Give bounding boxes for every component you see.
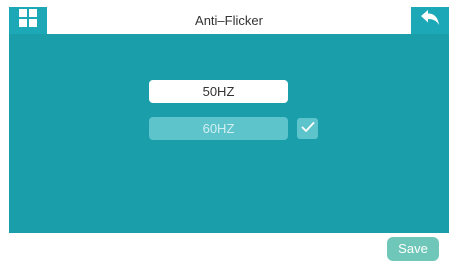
page-title: Anti–Flicker	[195, 13, 263, 28]
grid-menu-icon	[19, 9, 37, 32]
checkmark-icon	[301, 120, 315, 138]
option-60hz[interactable]: 60HZ	[149, 117, 288, 140]
back-button[interactable]	[411, 7, 449, 34]
checkbox-60hz[interactable]	[297, 118, 318, 139]
footer-bar: Save	[9, 233, 449, 262]
option-panel: 50HZ 60HZ	[9, 34, 449, 233]
menu-button[interactable]	[9, 7, 47, 34]
save-button[interactable]: Save	[387, 237, 439, 261]
back-arrow-icon	[420, 9, 440, 32]
top-bar: Anti–Flicker	[9, 7, 449, 34]
option-50hz[interactable]: 50HZ	[149, 80, 288, 103]
screen: Anti–Flicker 50HZ 60HZ Save	[9, 7, 449, 262]
